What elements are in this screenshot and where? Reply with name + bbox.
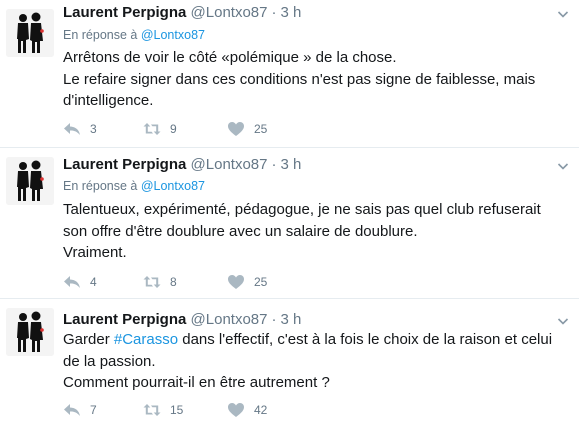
tweet-header: Laurent Perpigna @Lontxo87 · 3 h xyxy=(63,4,301,21)
tweet-text: Arrêtons de voir le côté «polémique » de… xyxy=(63,47,568,112)
tweet-header: Laurent Perpigna @Lontxo87 · 3 h xyxy=(63,311,301,328)
avatar[interactable] xyxy=(6,157,54,205)
reply-button[interactable]: 3 xyxy=(63,119,97,139)
tweet-text-line: Comment pourrait-il en être autrement ? xyxy=(63,374,330,391)
author-name[interactable]: Laurent Perpigna xyxy=(63,156,186,173)
reply-prefix: En réponse à xyxy=(63,28,138,42)
reply-icon xyxy=(63,274,81,290)
separator-dot: · xyxy=(271,156,277,173)
reply-button[interactable]: 4 xyxy=(63,272,97,292)
tweet[interactable]: Laurent Perpigna @Lontxo87 · 3 h Garder #C… xyxy=(0,299,579,423)
tweet[interactable]: Laurent Perpigna @Lontxo87 · 3 h En répons… xyxy=(0,148,579,299)
retweet-icon xyxy=(143,402,161,418)
timestamp[interactable]: 3 h xyxy=(280,311,301,328)
like-button[interactable]: 25 xyxy=(227,119,267,139)
tweet-text-line: Garder #Carasso dans l'effectif, c'est à… xyxy=(63,329,568,372)
chevron-down-icon[interactable] xyxy=(557,315,569,327)
reply-icon xyxy=(63,121,81,137)
reply-button[interactable]: 7 xyxy=(63,400,97,420)
separator-dot: · xyxy=(271,4,277,21)
avatar-silhouette-icon xyxy=(6,308,54,356)
like-button[interactable]: 42 xyxy=(227,400,267,420)
reply-context: En réponse à @Lontxo87 xyxy=(63,179,205,193)
like-count: 42 xyxy=(254,403,268,417)
like-count: 25 xyxy=(254,122,268,136)
tweet-text-line: Arrêtons de voir le côté «polémique » de… xyxy=(63,49,397,66)
like-count: 25 xyxy=(254,275,268,289)
author-name[interactable]: Laurent Perpigna xyxy=(63,4,186,21)
tweet-text-line: Le refaire signer dans ces conditions n'… xyxy=(63,70,536,110)
retweet-button[interactable]: 15 xyxy=(143,400,183,420)
reply-mention-link[interactable]: @Lontxo87 xyxy=(141,179,205,193)
tweet[interactable]: Laurent Perpigna @Lontxo87 · 3 h En répons… xyxy=(0,0,579,148)
reply-count: 3 xyxy=(90,122,97,136)
avatar[interactable] xyxy=(6,308,54,356)
text-segment: Garder xyxy=(63,331,114,348)
chevron-down-icon[interactable] xyxy=(557,8,569,20)
retweet-count: 9 xyxy=(170,122,177,136)
retweet-icon xyxy=(143,121,161,137)
retweet-button[interactable]: 8 xyxy=(143,272,177,292)
reply-prefix: En réponse à xyxy=(63,179,138,193)
reply-count: 4 xyxy=(90,275,97,289)
tweet-text-line: Vraiment. xyxy=(63,244,127,261)
chevron-down-icon[interactable] xyxy=(557,160,569,172)
retweet-button[interactable]: 9 xyxy=(143,119,177,139)
reply-icon xyxy=(63,402,81,418)
timestamp[interactable]: 3 h xyxy=(280,156,301,173)
like-button[interactable]: 25 xyxy=(227,272,267,292)
tweet-text: Garder #Carasso dans l'effectif, c'est à… xyxy=(63,329,568,394)
avatar[interactable] xyxy=(6,9,54,57)
tweet-text: Talentueux, expérimenté, pédagogue, je n… xyxy=(63,199,568,264)
retweet-count: 15 xyxy=(170,403,184,417)
avatar-silhouette-icon xyxy=(6,157,54,205)
heart-icon xyxy=(227,121,245,137)
hashtag-link[interactable]: #Carasso xyxy=(114,331,178,348)
reply-context: En réponse à @Lontxo87 xyxy=(63,28,205,42)
author-handle[interactable]: @Lontxo87 xyxy=(191,4,268,21)
heart-icon xyxy=(227,274,245,290)
author-handle[interactable]: @Lontxo87 xyxy=(191,156,268,173)
tweet-header: Laurent Perpigna @Lontxo87 · 3 h xyxy=(63,156,301,173)
author-handle[interactable]: @Lontxo87 xyxy=(191,311,268,328)
author-name[interactable]: Laurent Perpigna xyxy=(63,311,186,328)
separator-dot: · xyxy=(271,311,277,328)
timestamp[interactable]: 3 h xyxy=(280,4,301,21)
heart-icon xyxy=(227,402,245,418)
retweet-count: 8 xyxy=(170,275,177,289)
reply-mention-link[interactable]: @Lontxo87 xyxy=(141,28,205,42)
tweet-text-line: Talentueux, expérimenté, pédagogue, je n… xyxy=(63,201,541,240)
avatar-silhouette-icon xyxy=(6,9,54,57)
reply-count: 7 xyxy=(90,403,97,417)
retweet-icon xyxy=(143,274,161,290)
